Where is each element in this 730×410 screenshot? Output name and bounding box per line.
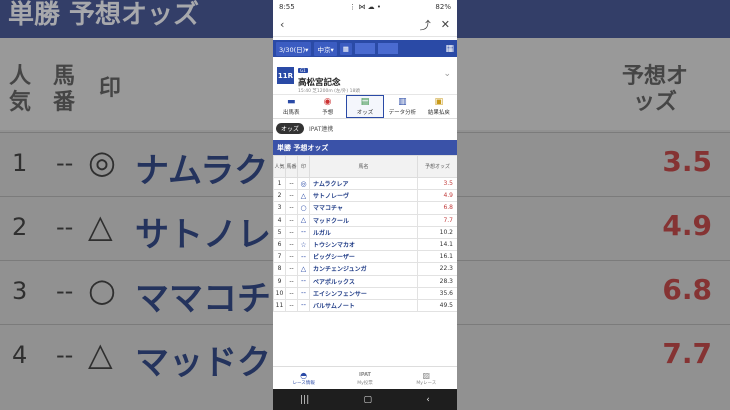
- status-bar: 8:55 ⋮ ⋈ ☁ • 82%: [273, 0, 457, 13]
- section-title: 単勝 予想オッズ: [273, 140, 457, 155]
- table-row[interactable]: 2 -- △ サトノレーヴ 4.9: [273, 189, 457, 203]
- race-details: 15:40 芝1200m (左/外) 18頭: [298, 89, 360, 94]
- table-row[interactable]: 5 -- -- ルガル 10.2: [273, 225, 457, 239]
- filter-bar: 3/30(日)▾ 中京▾ ▦ ▦: [273, 40, 457, 57]
- prediction-icon: ◉: [323, 97, 332, 107]
- back-icon[interactable]: ‹: [280, 18, 284, 31]
- table-row[interactable]: 1 -- ◎ ナムラクレア 3.5: [273, 176, 457, 191]
- close-icon[interactable]: ✕: [441, 18, 450, 31]
- table-row[interactable]: 4 -- △ マッドクール 7.7: [273, 213, 457, 227]
- race-number: 11R: [277, 67, 294, 84]
- horse-name[interactable]: ナムラクレア: [309, 176, 418, 191]
- back-nav-icon[interactable]: ‹: [426, 395, 430, 405]
- status-time: 8:55: [279, 2, 295, 11]
- table-row[interactable]: 10 -- -- エイシンフェンサー 35.6: [273, 286, 457, 300]
- system-navigation: ||| ▢ ‹: [273, 389, 457, 410]
- nav-race-info[interactable]: ◓ レース情報: [273, 367, 334, 389]
- col-draw: 馬番: [285, 155, 298, 178]
- table-row[interactable]: 8 -- △ カンチェンジュンガ 22.3: [273, 262, 457, 276]
- app-bar: ‹ ⤴ ✕: [273, 13, 457, 37]
- date-select[interactable]: 3/30(日)▾: [276, 41, 312, 56]
- table-header-row: 人気 馬番 印 馬名 予想オッズ: [273, 155, 457, 178]
- horse-name[interactable]: トウシンマカオ: [309, 237, 418, 252]
- odds-pill[interactable]: オッズ: [276, 122, 305, 134]
- odds-table: 人気 馬番 印 馬名 予想オッズ 1 -- ◎ ナムラクレア 3.5 2 -- △ サトノレー…: [273, 155, 457, 313]
- analysis-icon: ▥: [398, 97, 407, 107]
- horse-name[interactable]: マッドクール: [309, 213, 418, 227]
- horse-name[interactable]: ビッグシーザー: [309, 250, 418, 264]
- nav-my-vote[interactable]: IPAT My投票: [334, 367, 395, 389]
- tab-results[interactable]: ▣ 結果払戻: [421, 95, 457, 118]
- horse-name[interactable]: エイシンフェンサー: [309, 286, 418, 300]
- table-row[interactable]: 7 -- -- ビッグシーザー 16.1: [273, 250, 457, 264]
- grade-badge: G1: [298, 68, 308, 73]
- horse-name[interactable]: サトノレーヴ: [309, 189, 418, 203]
- horse-name[interactable]: ペアポルックス: [309, 274, 418, 288]
- race-tabs: ▬ 出馬表 ◉ 予想 ▤ オッズ ▥ データ分析 ▣ 結果払戻: [273, 95, 457, 119]
- horseshoe-icon: ◓: [300, 370, 308, 380]
- battery-level: 82%: [435, 2, 451, 11]
- tab-prediction[interactable]: ◉ 予想: [309, 95, 345, 118]
- phone-screen: 8:55 ⋮ ⋈ ☁ • 82% ‹ ⤴ ✕ 3/30(日)▾ 中京▾ ▦ ▦ …: [273, 0, 457, 410]
- col-rank: 人気: [273, 155, 286, 178]
- odds-subtabs: オッズ IPAT連携: [273, 119, 457, 137]
- horse-name[interactable]: カンチェンジュンガ: [309, 262, 418, 276]
- odds-icon: ▤: [360, 97, 370, 107]
- status-icons: ⋮ ⋈ ☁ •: [349, 2, 381, 11]
- entries-icon: ▬: [286, 97, 296, 107]
- chevron-down-icon[interactable]: ⌄: [443, 69, 451, 79]
- ipat-icon: IPAT: [359, 371, 371, 378]
- col-horse: 馬名: [309, 155, 418, 178]
- results-icon: ▣: [434, 97, 444, 107]
- filter-slot[interactable]: [377, 43, 398, 54]
- filter-slot[interactable]: [354, 43, 375, 54]
- tab-data-analysis[interactable]: ▥ データ分析: [384, 95, 420, 118]
- horse-name[interactable]: バルサムノート: [309, 298, 418, 313]
- col-mark: 印: [297, 155, 310, 178]
- table-row[interactable]: 6 -- ☆ トウシンマカオ 14.1: [273, 237, 457, 252]
- tab-odds[interactable]: ▤ オッズ: [345, 95, 385, 118]
- grid-menu-icon[interactable]: ▦: [445, 44, 454, 54]
- my-race-icon: ▨: [422, 370, 431, 380]
- race-header[interactable]: 11R G1 高松宮記念 15:40 芝1200m (左/外) 18頭 ⌄: [273, 57, 457, 95]
- nav-my-race[interactable]: ▨ Myレース: [396, 367, 457, 389]
- share-icon[interactable]: ⤴: [420, 17, 431, 33]
- home-icon[interactable]: ▢: [363, 395, 372, 405]
- calendar-icon[interactable]: ▦: [339, 42, 352, 55]
- tab-entries[interactable]: ▬ 出馬表: [273, 95, 309, 118]
- table-row[interactable]: 11 -- -- バルサムノート 49.5: [273, 298, 457, 313]
- ipat-link[interactable]: IPAT連携: [309, 124, 333, 133]
- recent-apps-icon[interactable]: |||: [300, 395, 309, 405]
- col-odds: 予想オッズ: [417, 155, 457, 178]
- bottom-navigation: ◓ レース情報 IPAT My投票 ▨ Myレース: [273, 366, 457, 389]
- table-row[interactable]: 3 -- ○ ママコチャ 6.8: [273, 201, 457, 215]
- race-name: 高松宮記念: [298, 78, 341, 88]
- horse-name[interactable]: ママコチャ: [309, 201, 418, 215]
- venue-select[interactable]: 中京▾: [314, 41, 337, 56]
- table-row[interactable]: 9 -- -- ペアポルックス 28.3: [273, 274, 457, 288]
- horse-name[interactable]: ルガル: [309, 225, 418, 239]
